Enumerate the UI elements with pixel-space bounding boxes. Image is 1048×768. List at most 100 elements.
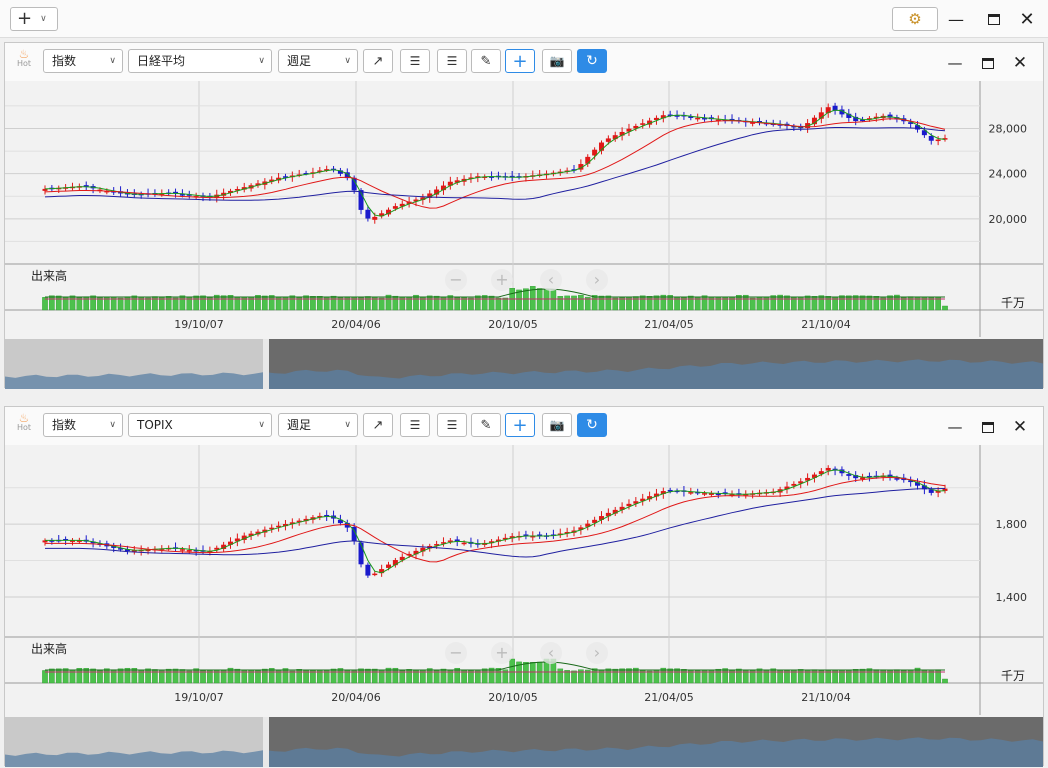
candle-body	[365, 564, 371, 576]
panel-close-button[interactable]: ✕	[1010, 53, 1030, 73]
volume-bar	[667, 668, 673, 684]
candle-body	[640, 123, 646, 125]
price-tick-label: 1,400	[996, 591, 1028, 604]
candle-body	[688, 492, 694, 494]
volume-bar	[117, 668, 124, 684]
align-left-icon: ☰	[409, 418, 421, 432]
hot-icon[interactable]: ♨ Hot	[13, 412, 35, 433]
maximize-window-button[interactable]	[982, 8, 1006, 30]
scroll-right-icon: ›	[594, 643, 600, 662]
volume-bar	[468, 297, 474, 311]
price-chart[interactable]: 1,800 1,400 19/10/07 20/04/06 20/10/05 21/04/…	[5, 445, 1043, 715]
panel-minimize-button[interactable]: —	[945, 417, 965, 437]
price-chart[interactable]: 28,000 24,000 20,000 19/10/07 20/04/06 20/10/…	[5, 81, 1043, 337]
refresh-button[interactable]: ↻	[577, 413, 607, 437]
navigator-overview[interactable]	[5, 339, 1043, 389]
chevron-down-icon: ∨	[258, 420, 265, 430]
volume-bar	[268, 668, 275, 684]
crosshair-button[interactable]: +	[505, 413, 535, 437]
candle-body	[605, 138, 611, 142]
crosshair-icon: +	[512, 414, 528, 436]
candle-body	[928, 135, 934, 141]
crosshair-button[interactable]: +	[505, 49, 535, 73]
volume-bar	[880, 297, 886, 311]
panel-maximize-button[interactable]	[978, 417, 998, 437]
screenshot-button[interactable]: 📷	[542, 413, 572, 437]
volume-bar	[262, 668, 268, 684]
volume-bar	[392, 295, 399, 311]
settings-button[interactable]: ⚙	[892, 7, 938, 31]
volume-bar	[179, 669, 186, 684]
maximize-icon	[982, 421, 994, 433]
volume-bar	[646, 296, 653, 311]
draw-tool-button[interactable]: ✎	[471, 413, 501, 437]
trendline-tool-button[interactable]: ↗	[363, 413, 393, 437]
trendline-tool-button[interactable]: ↗	[363, 49, 393, 73]
candle-body	[585, 156, 591, 164]
panel-close-button[interactable]: ✕	[1010, 417, 1030, 437]
indicator-left-button[interactable]: ☰	[400, 413, 430, 437]
candle-body	[372, 216, 378, 220]
chart-panel-topix: ♨Hot 指数∨ TOPIX∨ 週足∨ ↗ ☰ ☰ ✎ + 📷 ↻ — ✕ 15…	[4, 406, 1044, 767]
time-tick-label: 21/10/04	[801, 318, 850, 331]
hot-icon[interactable]: ♨ Hot	[13, 48, 35, 69]
volume-bar	[701, 295, 708, 311]
symbol-select[interactable]: 日経平均 ∨	[128, 49, 272, 73]
volume-bar	[887, 295, 893, 311]
chevron-down-icon: ∨	[258, 56, 265, 66]
period-select[interactable]: 週足 ∨	[278, 49, 358, 73]
volume-bar	[557, 668, 564, 684]
volume-bar	[76, 297, 83, 311]
panel-maximize-button[interactable]	[978, 53, 998, 73]
volume-bar	[873, 296, 880, 311]
volume-bar	[749, 297, 756, 311]
screenshot-button[interactable]: 📷	[542, 49, 572, 73]
time-tick-label: 21/04/05	[644, 318, 693, 331]
navigator-overview[interactable]	[5, 717, 1043, 767]
panel-minimize-button[interactable]: —	[945, 53, 965, 73]
volume-bar	[426, 295, 433, 311]
volume-bar	[337, 668, 344, 684]
zoom-out-icon: −	[449, 270, 462, 289]
volume-bar	[200, 670, 206, 684]
navigator-handle[interactable]	[263, 339, 269, 389]
symbol-select[interactable]: TOPIX ∨	[128, 413, 272, 437]
arrow-up-right-icon: ↗	[372, 53, 384, 69]
align-right-icon: ☰	[446, 418, 458, 432]
type-select[interactable]: 指数 ∨	[43, 413, 123, 437]
volume-bar	[605, 295, 612, 311]
navigator-handle[interactable]	[263, 717, 269, 767]
time-tick-label: 20/10/05	[488, 318, 537, 331]
volume-bar	[839, 295, 845, 311]
period-select[interactable]: 週足 ∨	[278, 413, 358, 437]
indicator-right-button[interactable]: ☰	[437, 413, 467, 437]
minimize-window-button[interactable]: —	[944, 8, 968, 30]
draw-tool-button[interactable]: ✎	[471, 49, 501, 73]
volume-bar	[165, 668, 172, 684]
add-chart-button[interactable]: + ∨	[10, 7, 58, 31]
volume-bar	[282, 668, 289, 684]
chevron-down-icon: ∨	[344, 420, 351, 430]
price-tick-label: 20,000	[989, 213, 1028, 226]
volume-bar	[653, 295, 660, 311]
align-left-icon: ☰	[409, 54, 421, 68]
volume-bar	[310, 296, 316, 311]
volume-bar	[495, 297, 502, 311]
chevron-down-icon: ∨	[40, 14, 47, 24]
volume-bar	[942, 305, 948, 311]
close-window-button[interactable]: ✕	[1015, 8, 1039, 30]
indicator-right-button[interactable]: ☰	[437, 49, 467, 73]
volume-bar	[550, 289, 557, 311]
volume-bar	[804, 295, 811, 311]
volume-bar	[433, 295, 440, 311]
time-tick-label: 21/10/04	[801, 691, 850, 704]
volume-bar	[825, 296, 832, 311]
volume-bar	[179, 295, 186, 311]
volume-bar	[49, 295, 55, 311]
volume-bar	[475, 295, 481, 311]
scroll-left-icon: ‹	[548, 643, 554, 662]
refresh-button[interactable]: ↻	[577, 49, 607, 73]
type-select[interactable]: 指数 ∨	[43, 49, 123, 73]
volume-bar	[715, 668, 722, 684]
indicator-left-button[interactable]: ☰	[400, 49, 430, 73]
